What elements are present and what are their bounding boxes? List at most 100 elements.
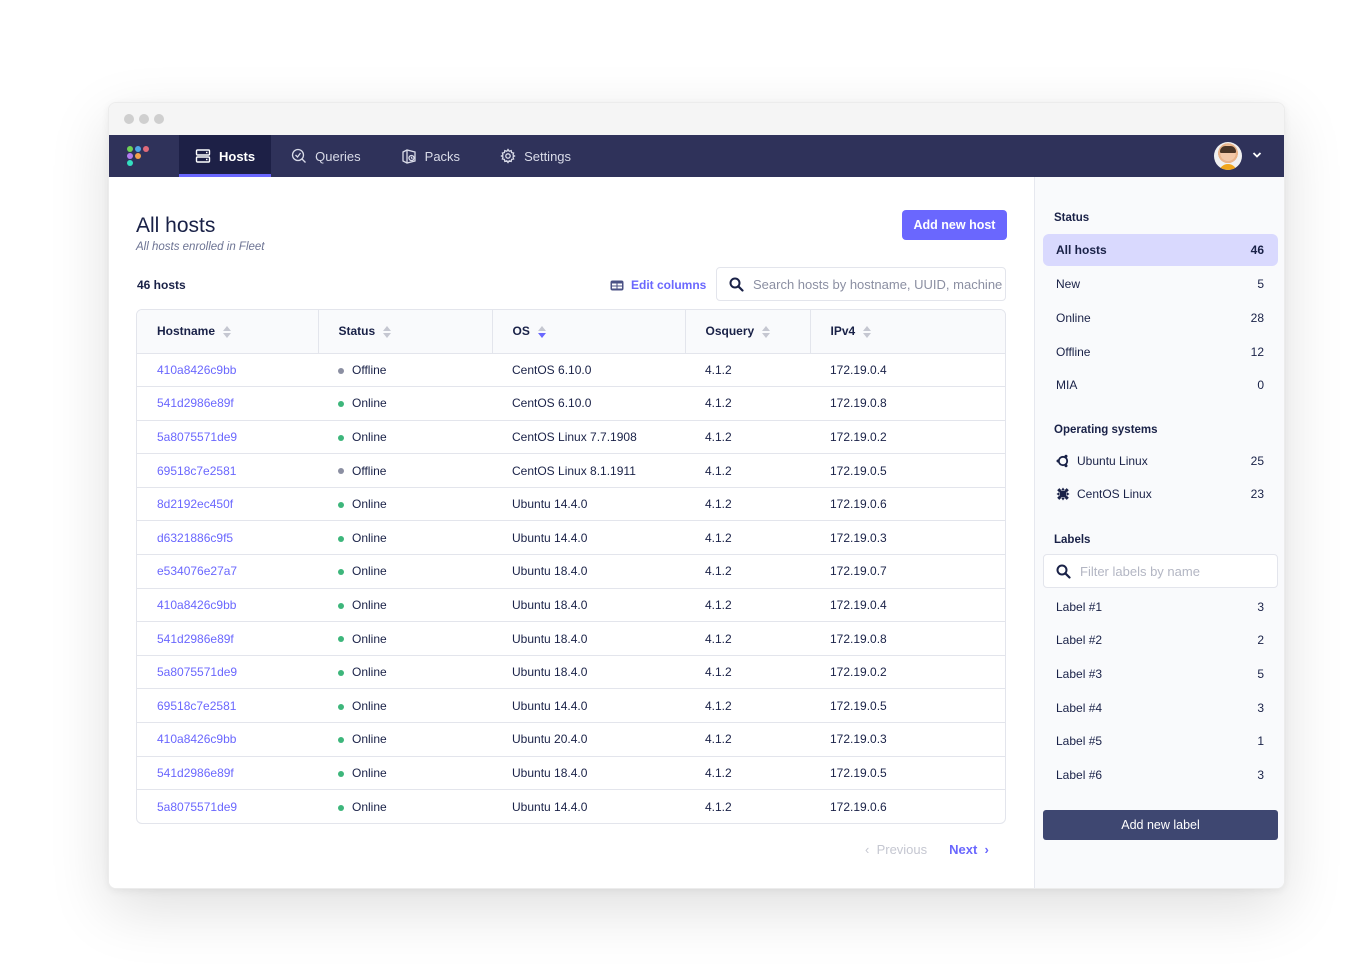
status-dot-icon [338, 468, 344, 475]
label-filter-label-4[interactable]: Label #4 3 [1043, 691, 1278, 725]
nav-queries[interactable]: Queries [271, 135, 381, 177]
status-text: Offline [352, 463, 387, 478]
next-page-button[interactable]: Next › [949, 842, 989, 857]
table-row[interactable]: 5a8075571de9 Online Ubuntu 18.4.0 4.1.2 172.… [137, 655, 1005, 690]
table-row[interactable]: 69518c7e2581 Offline CentOS Linux 8.1.1911… [137, 453, 1005, 488]
status-filter-online[interactable]: Online 28 [1043, 301, 1278, 335]
column-header-status[interactable]: Status [318, 310, 493, 354]
hostname-cell: 541d2986e89f [137, 756, 318, 791]
labels-filter-input[interactable] [1080, 563, 1277, 579]
previous-page-button[interactable]: ‹ Previous [865, 842, 927, 857]
edit-columns-button[interactable]: Edit columns [610, 278, 706, 292]
label-filter-label-3[interactable]: Label #3 5 [1043, 657, 1278, 691]
table-row[interactable]: 410a8426c9bb Online Ubuntu 18.4.0 4.1.2 172.… [137, 588, 1005, 623]
hostname-link[interactable]: 541d2986e89f [157, 766, 234, 780]
window-close-dot[interactable] [124, 114, 134, 124]
hostname-link[interactable]: 410a8426c9bb [157, 363, 236, 377]
centos-icon [1056, 487, 1070, 501]
host-search[interactable] [716, 267, 1006, 301]
table-row[interactable]: e534076e27a7 Online Ubuntu 18.4.0 4.1.2 172.… [137, 554, 1005, 589]
osquery-cell: 4.1.2 [705, 799, 732, 814]
filter-label-text: All hosts [1056, 243, 1107, 257]
table-row[interactable]: d6321886c9f5 Online Ubuntu 14.4.0 4.1.2 172.… [137, 520, 1005, 556]
hostname-link[interactable]: 410a8426c9bb [157, 732, 236, 746]
table-row[interactable]: 541d2986e89f Online Ubuntu 18.4.0 4.1.2 172.… [137, 621, 1005, 656]
table-header-row: Hostname Status OS Osquery IPv4 [137, 310, 1005, 354]
sort-icon[interactable] [863, 326, 872, 339]
sort-icon[interactable] [762, 326, 771, 339]
column-header-osquery[interactable]: Osquery [685, 310, 811, 354]
hostname-link[interactable]: 69518c7e2581 [157, 699, 236, 713]
hostname-link[interactable]: d6321886c9f5 [157, 531, 233, 545]
table-row[interactable]: 69518c7e2581 Online Ubuntu 14.4.0 4.1.2 172.… [137, 688, 1005, 724]
packs-icon [402, 149, 416, 164]
filter-count: 28 [1250, 310, 1264, 325]
table-row[interactable]: 541d2986e89f Online CentOS 6.10.0 4.1.2 172.… [137, 386, 1005, 421]
host-search-input[interactable] [753, 276, 1005, 292]
sort-icon[interactable] [223, 326, 232, 339]
column-header-os[interactable]: OS [492, 310, 686, 354]
sort-icon[interactable] [537, 326, 546, 339]
hostname-link[interactable]: 8d2192ec450f [157, 497, 233, 511]
fleet-logo[interactable] [109, 135, 179, 177]
nav-packs-label: Packs [424, 148, 461, 164]
window-maximize-dot[interactable] [154, 114, 164, 124]
sort-icon[interactable] [383, 326, 392, 339]
host-count: 46 hosts [137, 278, 186, 292]
avatar[interactable] [1214, 142, 1242, 170]
filter-count: 2 [1257, 633, 1264, 648]
hostname-cell: e534076e27a7 [137, 554, 318, 589]
status-filter-offline[interactable]: Offline 12 [1043, 335, 1278, 369]
status-text: Offline [352, 362, 387, 377]
label-filter-label-5[interactable]: Label #5 1 [1043, 724, 1278, 758]
label-filter-label-1[interactable]: Label #1 3 [1043, 590, 1278, 624]
filter-sidebar: Status All hosts 46 New 5 Online 28 Offline 12 M… [1034, 177, 1284, 888]
nav-packs[interactable]: Packs [381, 135, 480, 177]
hostname-link[interactable]: 541d2986e89f [157, 632, 234, 646]
table-row[interactable]: 410a8426c9bb Online Ubuntu 20.4.0 4.1.2 172.… [137, 722, 1005, 757]
window-minimize-dot[interactable] [139, 114, 149, 124]
ipv4-cell: 172.19.0.6 [810, 487, 1005, 522]
status-filter-list: All hosts 46 New 5 Online 28 Offline 12 MIA 0 [1043, 234, 1278, 402]
column-header-ipv4[interactable]: IPv4 [810, 310, 1005, 354]
osquery-cell: 4.1.2 [685, 655, 810, 690]
label-filter-label-2[interactable]: Label #2 2 [1043, 624, 1278, 658]
table-row[interactable]: 5a8075571de9 Online Ubuntu 14.4.0 4.1.2 172.… [137, 790, 1005, 824]
hostname-link[interactable]: 5a8075571de9 [157, 665, 237, 679]
window-titlebar [109, 103, 1284, 135]
filter-count: 5 [1257, 277, 1264, 292]
logo-dot [127, 160, 133, 166]
status-filter-all-hosts[interactable]: All hosts 46 [1043, 234, 1278, 266]
table-row[interactable]: 410a8426c9bb Offline CentOS 6.10.0 4.1.2 172… [137, 353, 1005, 388]
hostname-link[interactable]: 69518c7e2581 [157, 464, 236, 478]
add-new-host-button[interactable]: Add new host [902, 210, 1007, 240]
hostname-cell: 541d2986e89f [137, 621, 318, 656]
hostname-link[interactable]: 541d2986e89f [157, 396, 234, 410]
search-icon [1056, 564, 1071, 579]
status-filter-new[interactable]: New 5 [1043, 268, 1278, 302]
table-row[interactable]: 5a8075571de9 Online CentOS Linux 7.7.1908 4… [137, 420, 1005, 455]
chevron-down-icon[interactable] [1252, 150, 1262, 162]
label-filter-label-6[interactable]: Label #6 3 [1043, 758, 1278, 792]
status-cell: Online [318, 386, 492, 421]
nav-settings[interactable]: Settings [480, 135, 591, 177]
nav-hosts[interactable]: Hosts [179, 135, 272, 177]
hostname-link[interactable]: 5a8075571de9 [157, 800, 237, 814]
osquery-cell: 4.1.2 [685, 453, 810, 488]
labels-filter[interactable] [1043, 554, 1278, 588]
osquery-cell: 4.1.2 [685, 520, 810, 556]
hostname-link[interactable]: e534076e27a7 [157, 564, 237, 578]
os-filter-ubuntu-linux[interactable]: Ubuntu Linux 25 [1043, 444, 1278, 478]
hostname-link[interactable]: 5a8075571de9 [157, 430, 237, 444]
hostname-link[interactable]: 410a8426c9bb [157, 598, 236, 612]
table-row[interactable]: 541d2986e89f Online Ubuntu 18.4.0 4.1.2 172.… [137, 756, 1005, 791]
user-menu[interactable] [1214, 135, 1284, 177]
status-filter-mia[interactable]: MIA 0 [1043, 368, 1278, 402]
table-row[interactable]: 8d2192ec450f Online Ubuntu 14.4.0 4.1.2 172.… [137, 487, 1005, 522]
os-filter-centos-linux[interactable]: CentOS Linux 23 [1043, 478, 1278, 512]
ubuntu-icon [1056, 454, 1069, 467]
osquery-cell: 4.1.2 [685, 353, 810, 388]
status-dot-icon [338, 770, 344, 777]
column-header-hostname[interactable]: Hostname [137, 310, 319, 354]
add-new-label-button[interactable]: Add new label [1043, 810, 1278, 840]
